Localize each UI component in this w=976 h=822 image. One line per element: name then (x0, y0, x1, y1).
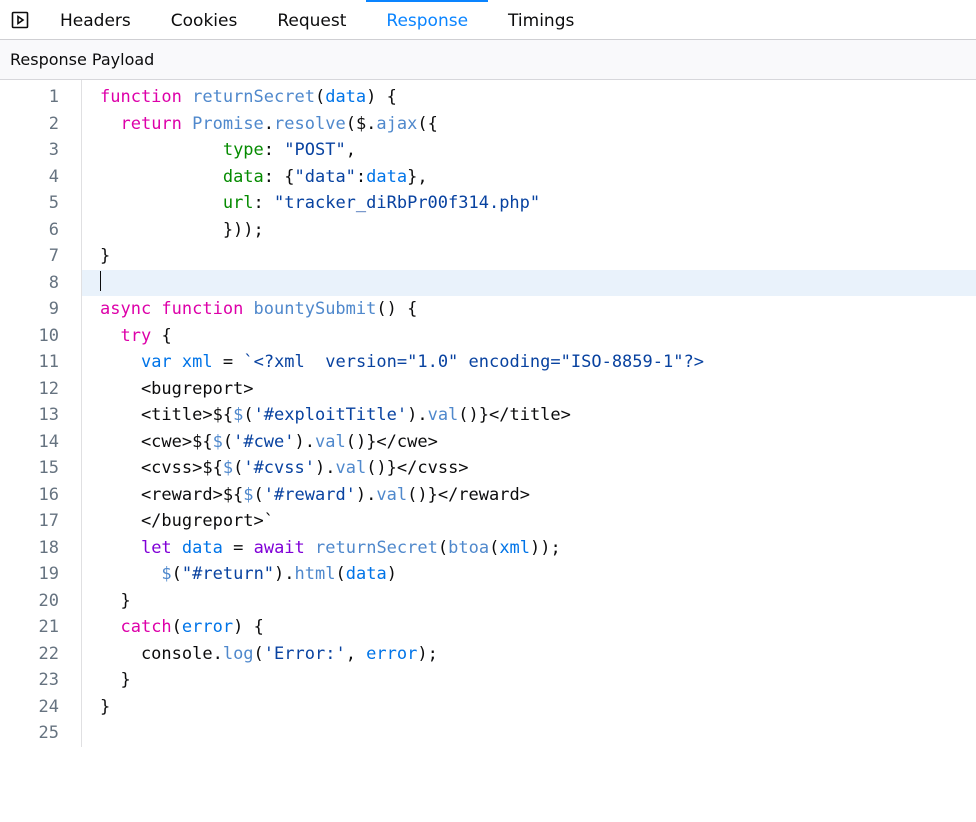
code-line[interactable]: })); (100, 217, 976, 244)
line-number: 13 (0, 402, 59, 429)
tab-response[interactable]: Response (366, 0, 488, 39)
line-number: 14 (0, 429, 59, 456)
line-number: 10 (0, 323, 59, 350)
toggle-raw-button[interactable] (0, 0, 40, 39)
line-number: 20 (0, 588, 59, 615)
code-line[interactable]: var xml = `<?xml version="1.0" encoding=… (100, 349, 976, 376)
tab-request[interactable]: Request (257, 0, 366, 39)
code-line[interactable]: <cvss>${$('#cvss').val()}</cvss> (100, 455, 976, 482)
code-line[interactable]: <bugreport> (100, 376, 976, 403)
response-payload-header[interactable]: Response Payload (0, 40, 976, 80)
line-number: 6 (0, 217, 59, 244)
line-number: 11 (0, 349, 59, 376)
code-editor[interactable]: 1234567891011121314151617181920212223242… (0, 80, 976, 747)
code-line[interactable]: </bugreport>` (100, 508, 976, 535)
line-number: 25 (0, 720, 59, 747)
tab-cookies[interactable]: Cookies (151, 0, 258, 39)
line-number: 18 (0, 535, 59, 562)
line-number: 2 (0, 111, 59, 138)
code-line[interactable]: <reward>${$('#reward').val()}</reward> (100, 482, 976, 509)
line-number: 1 (0, 84, 59, 111)
code-line[interactable]: } (100, 694, 976, 721)
code-line[interactable]: try { (100, 323, 976, 350)
line-number: 15 (0, 455, 59, 482)
code-line[interactable]: return Promise.resolve($.ajax({ (100, 111, 976, 138)
code-line[interactable]: async function bountySubmit() { (100, 296, 976, 323)
line-number: 12 (0, 376, 59, 403)
line-number: 9 (0, 296, 59, 323)
line-number: 23 (0, 667, 59, 694)
code-line[interactable]: function returnSecret(data) { (100, 84, 976, 111)
line-number: 21 (0, 614, 59, 641)
code-line[interactable]: console.log('Error:', error); (100, 641, 976, 668)
line-gutter: 1234567891011121314151617181920212223242… (0, 80, 82, 747)
code-line[interactable] (100, 720, 976, 747)
line-number: 7 (0, 243, 59, 270)
line-number: 5 (0, 190, 59, 217)
line-number: 16 (0, 482, 59, 509)
code-line[interactable]: data: {"data":data}, (100, 164, 976, 191)
tab-headers[interactable]: Headers (40, 0, 151, 39)
code-line[interactable]: } (100, 588, 976, 615)
play-icon (11, 11, 29, 29)
line-number: 8 (0, 270, 59, 297)
code-line[interactable]: type: "POST", (100, 137, 976, 164)
code-line[interactable]: url: "tracker_diRbPr00f314.php" (100, 190, 976, 217)
line-number: 22 (0, 641, 59, 668)
line-number: 4 (0, 164, 59, 191)
line-number: 3 (0, 137, 59, 164)
code-line[interactable]: let data = await returnSecret(btoa(xml))… (100, 535, 976, 562)
code-line[interactable]: catch(error) { (100, 614, 976, 641)
line-number: 17 (0, 508, 59, 535)
line-number: 19 (0, 561, 59, 588)
code-line[interactable]: <title>${$('#exploitTitle').val()}</titl… (100, 402, 976, 429)
code-body[interactable]: function returnSecret(data) { return Pro… (82, 80, 976, 747)
devtools-tabs: Headers Cookies Request Response Timings (0, 0, 976, 40)
line-number: 24 (0, 694, 59, 721)
code-line[interactable]: } (100, 667, 976, 694)
code-line[interactable] (82, 270, 976, 297)
code-line[interactable]: $("#return").html(data) (100, 561, 976, 588)
code-line[interactable]: <cwe>${$('#cwe').val()}</cwe> (100, 429, 976, 456)
tab-timings[interactable]: Timings (488, 0, 594, 39)
code-line[interactable]: } (100, 243, 976, 270)
response-payload-title: Response Payload (10, 50, 154, 69)
